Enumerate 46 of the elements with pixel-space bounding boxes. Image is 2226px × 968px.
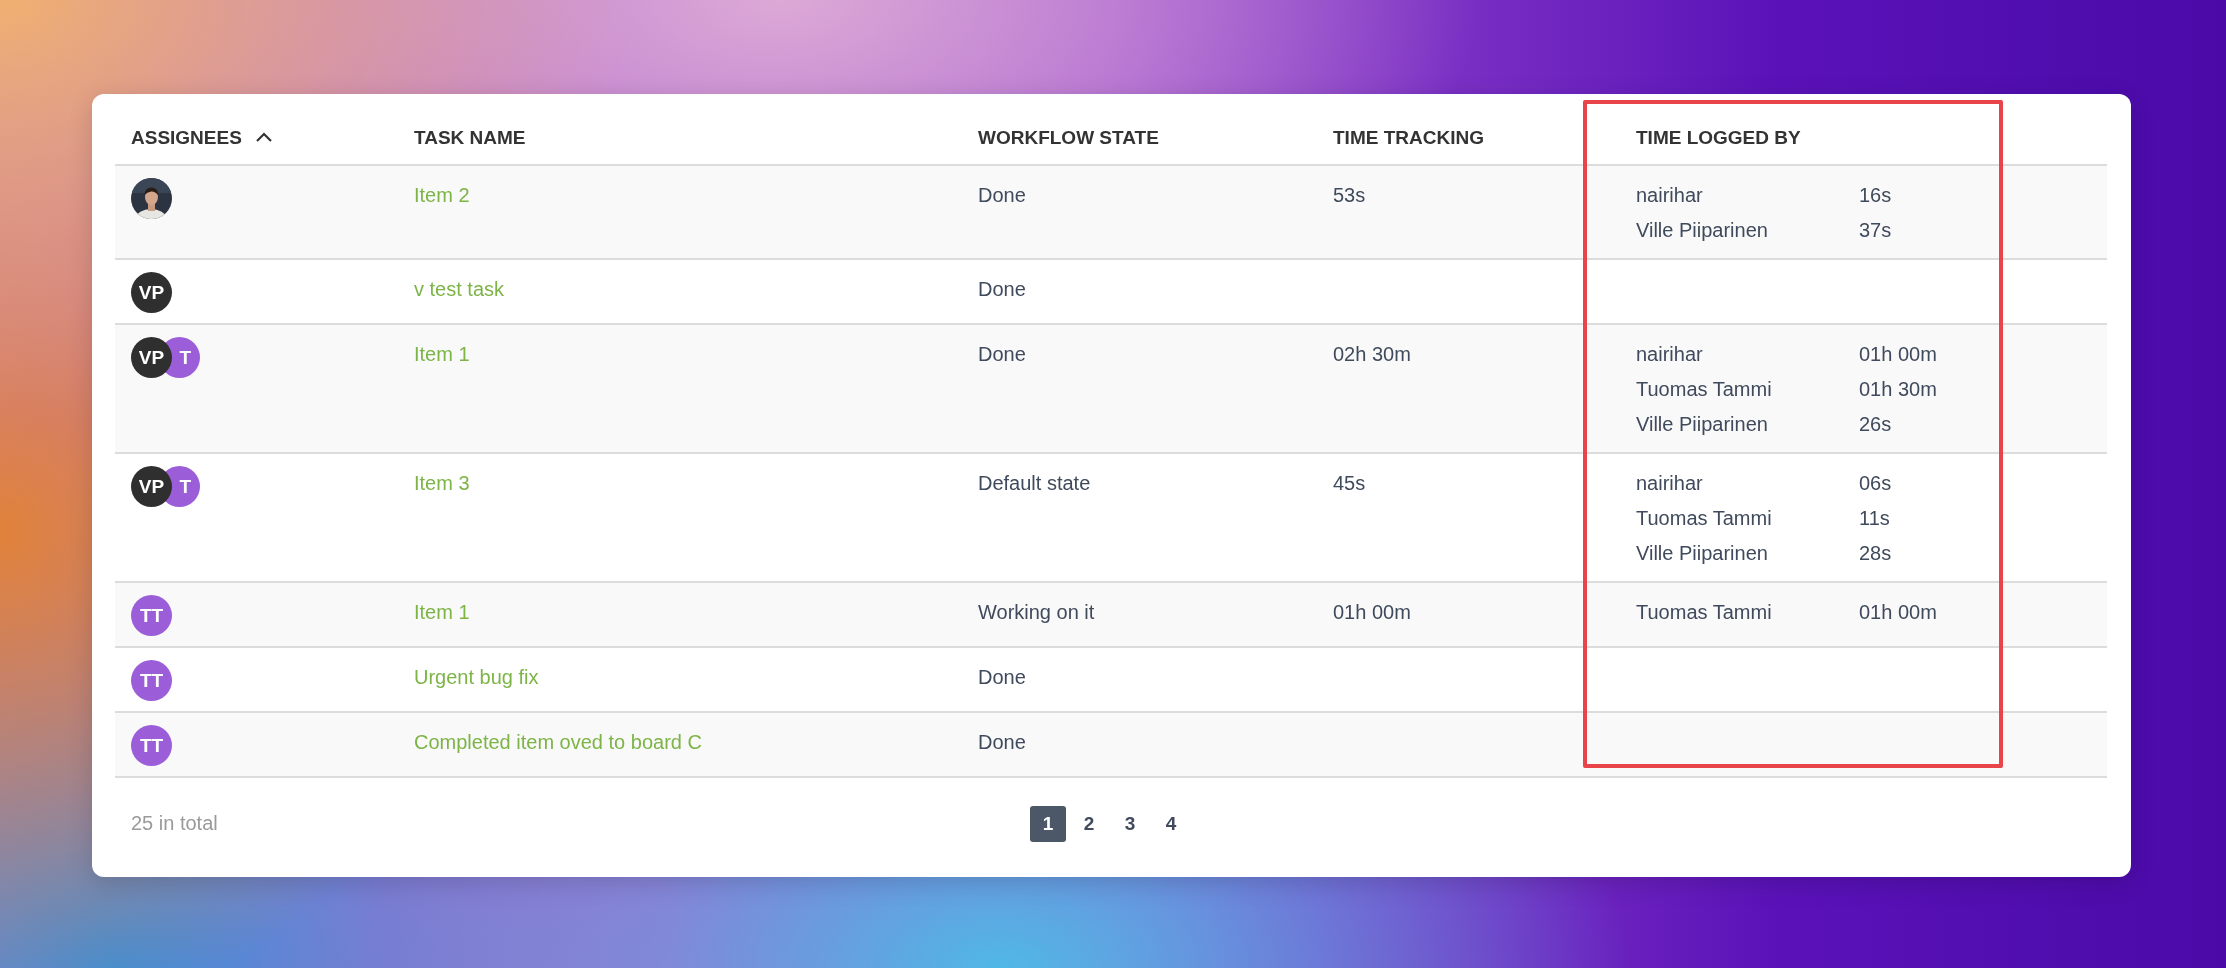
user-name: Ville Piiparinen — [1636, 412, 1769, 437]
user-name: Tuomas Tammi — [1636, 377, 1773, 402]
page-button[interactable]: 4 — [1153, 805, 1189, 842]
user-name: Tuomas Tammi — [1636, 506, 1773, 531]
workflow-state: Done — [978, 343, 1026, 365]
workflow-state: Done — [978, 184, 1026, 206]
logged-time: 06s — [1859, 471, 1892, 496]
avatar: VP — [131, 272, 172, 313]
tracked-time: 53s — [1333, 184, 1366, 206]
logged-time: 16s — [1859, 183, 1892, 208]
logged-time: 01h 00m — [1859, 342, 1937, 367]
user-name: nairihar — [1636, 183, 1704, 208]
column-header[interactable]: TASK NAME — [414, 119, 526, 155]
avatar: TT — [131, 595, 172, 636]
avatar: TT — [131, 660, 172, 701]
tracked-time: 01h 00m — [1333, 601, 1411, 623]
page-button[interactable]: 3 — [1112, 805, 1148, 842]
user-name: Ville Piiparinen — [1636, 218, 1769, 243]
user-name: Ville Piiparinen — [1636, 541, 1769, 566]
logged-time: 28s — [1859, 541, 1892, 566]
column-header[interactable]: WORKFLOW STATE — [978, 119, 1159, 155]
tracked-time: 02h 30m — [1333, 343, 1411, 365]
avatar: TT — [131, 725, 172, 766]
logged-time: 11s — [1859, 506, 1891, 531]
sort-caret-icon[interactable] — [255, 132, 272, 142]
logged-time: 37s — [1859, 218, 1892, 243]
user-name: nairihar — [1636, 471, 1704, 496]
column-header[interactable]: TIME LOGGED BY — [1636, 119, 1801, 155]
user-name: nairihar — [1636, 342, 1704, 367]
workflow-state: Working on it — [978, 601, 1095, 623]
workflow-state: Done — [978, 666, 1026, 688]
workflow-state: Default state — [978, 472, 1091, 494]
tracked-time: 45s — [1333, 472, 1366, 494]
total-count: 25 in total — [130, 812, 219, 835]
workflow-state: Done — [978, 278, 1026, 300]
workflow-state: Done — [978, 731, 1026, 753]
page-button[interactable]: 2 — [1071, 805, 1107, 842]
avatar: VP — [131, 466, 172, 507]
logged-time: 26s — [1859, 412, 1893, 437]
page-button[interactable]: 1 — [1030, 805, 1066, 842]
user-name: Tuomas Tammi — [1636, 600, 1773, 625]
column-header[interactable]: ASSIGNEES — [131, 119, 242, 155]
logged-time: 01h 30m — [1859, 377, 1937, 402]
logged-time: 01h 00m — [1859, 600, 1937, 625]
avatar: VP — [131, 337, 172, 378]
column-header[interactable]: TIME TRACKING — [1333, 119, 1484, 155]
